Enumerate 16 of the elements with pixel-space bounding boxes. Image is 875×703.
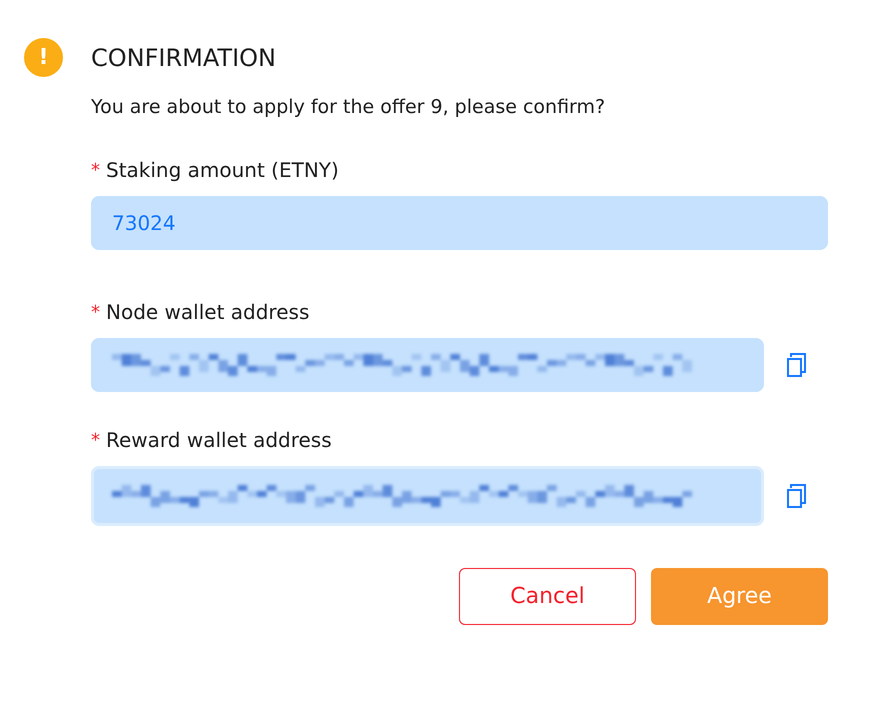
field-label: Staking amount (ETNY) bbox=[106, 158, 339, 182]
required-mark: * bbox=[91, 302, 100, 322]
agree-button[interactable]: Agree bbox=[651, 568, 828, 625]
dialog-message: You are about to apply for the offer 9, please confirm? bbox=[91, 96, 606, 118]
field-label: Node wallet address bbox=[106, 300, 310, 324]
warning-icon: ! bbox=[24, 38, 63, 77]
copy-icon[interactable] bbox=[786, 352, 808, 378]
copy-icon[interactable] bbox=[786, 483, 808, 509]
input-field[interactable] bbox=[91, 338, 764, 392]
input-field[interactable]: 73024 bbox=[91, 196, 828, 250]
input-field[interactable] bbox=[91, 466, 764, 526]
dialog-title: CONFIRMATION bbox=[91, 43, 278, 74]
required-mark: * bbox=[91, 160, 100, 180]
field-label: Reward wallet address bbox=[106, 428, 332, 452]
required-mark: * bbox=[91, 430, 100, 450]
cancel-button[interactable]: Cancel bbox=[459, 568, 636, 625]
